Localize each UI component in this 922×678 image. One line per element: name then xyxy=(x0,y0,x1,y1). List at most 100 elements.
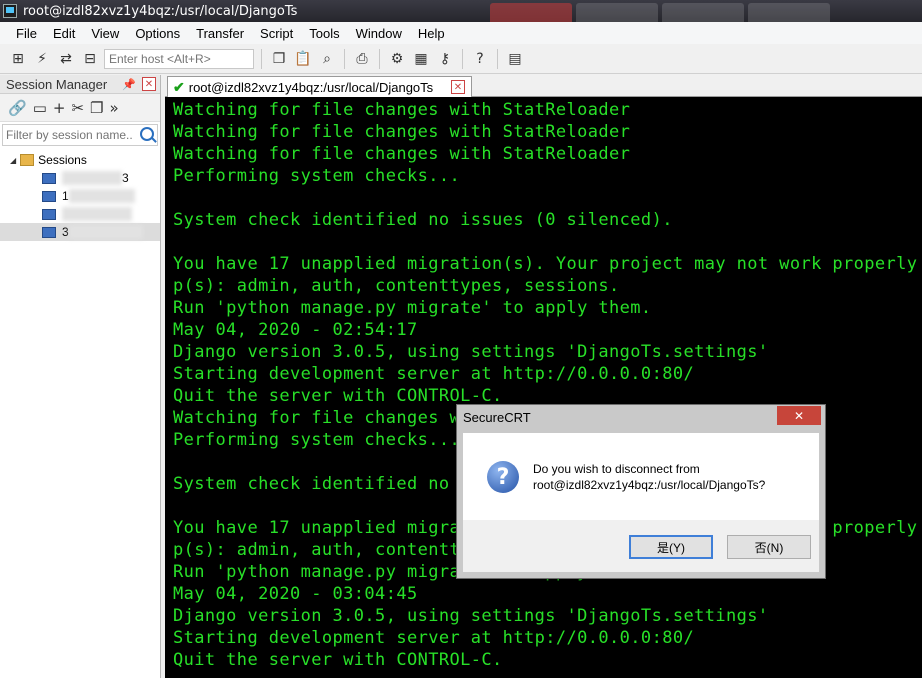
close-icon[interactable]: ✕ xyxy=(451,80,465,94)
find-icon[interactable]: ⌕ xyxy=(317,49,337,69)
menu-options[interactable]: Options xyxy=(127,26,188,41)
yes-button[interactable]: 是(Y) xyxy=(629,535,713,559)
tree-item-label: Sessions xyxy=(38,153,87,167)
terminal-line: Watching for file changes with StatReloa… xyxy=(173,100,631,120)
monitor-icon xyxy=(42,190,56,202)
terminal-line: System check identified no issues (0 sil… xyxy=(173,210,673,230)
no-button[interactable]: 否(N) xyxy=(727,535,811,559)
tab-label: root@izdl82xvz1y4bqz:/usr/local/DjangoTs xyxy=(188,79,434,95)
menu-window[interactable]: Window xyxy=(348,26,410,41)
help-icon[interactable]: ? xyxy=(470,49,490,69)
tree-item-session[interactable] xyxy=(0,205,160,223)
redacted-session-name xyxy=(68,189,135,203)
copy-session-icon[interactable]: ❐ xyxy=(90,99,103,117)
toolbar-separator xyxy=(261,48,262,69)
dialog-message-line1: Do you wish to disconnect from xyxy=(533,462,700,476)
toolbar-separator xyxy=(344,48,345,69)
key-icon[interactable]: ⚷ xyxy=(435,49,455,69)
session-filter xyxy=(2,124,158,146)
terminal-line: You have 17 unapplied migration(s). Your… xyxy=(173,254,922,274)
terminal-line: Quit the server with CONTROL-C. xyxy=(173,650,503,670)
terminal-line: Starting development server at http://0.… xyxy=(173,628,695,648)
tree-item-session[interactable]: 1 xyxy=(0,187,160,205)
terminal-line: p(s): admin, auth, contenttypes, session… xyxy=(173,276,620,296)
terminal-line: Django version 3.0.5, using settings 'Dj… xyxy=(173,606,769,626)
redacted-session-name xyxy=(62,171,122,185)
close-icon[interactable]: ✕ xyxy=(142,77,156,91)
menu-bar: File Edit View Options Transfer Script T… xyxy=(0,22,922,44)
monitor-icon xyxy=(42,208,56,220)
tree-item-session[interactable]: 3 xyxy=(0,169,160,187)
menu-transfer[interactable]: Transfer xyxy=(188,26,252,41)
folder-icon xyxy=(20,154,35,166)
connect-tab-icon[interactable]: ⊟ xyxy=(80,49,100,69)
menu-edit[interactable]: Edit xyxy=(45,26,83,41)
question-icon: ? xyxy=(487,461,519,493)
terminal-line: Django version 3.0.5, using settings 'Dj… xyxy=(173,342,769,362)
background-tab xyxy=(748,3,830,22)
dialog-close-button[interactable]: ✕ xyxy=(777,406,821,425)
title-bar: root@izdl82xvz1y4bqz:/usr/local/DjangoTs xyxy=(0,0,922,22)
menu-tools[interactable]: Tools xyxy=(301,26,347,41)
link-icon[interactable]: 🔗 xyxy=(8,99,27,117)
background-tab xyxy=(490,3,572,22)
toolbar: ⊞ ⚡ ⇄ ⊟ ❐ 📋 ⌕ ⎙ ⚙ ▦ ⚷ ? ▤ xyxy=(0,44,922,74)
securecrt-app-icon xyxy=(3,4,17,18)
terminal-line: Watching for file changes with StatReloa… xyxy=(173,122,631,142)
terminal-line: Run 'python manage.py migrate' to apply … xyxy=(173,298,652,318)
quick-connect-icon[interactable]: ⚡ xyxy=(32,49,52,69)
print-icon[interactable]: ⎙ xyxy=(352,49,372,69)
monitor-icon xyxy=(42,172,56,184)
paste-icon[interactable]: 📋 xyxy=(293,49,313,69)
connect-icon[interactable]: ⊞ xyxy=(8,49,28,69)
tree-item-session-selected[interactable]: 3 xyxy=(0,223,160,241)
toolbar-separator xyxy=(379,48,380,69)
terminal-output[interactable]: Watching for file changes with StatReloa… xyxy=(165,97,922,678)
session-manager-toolbar: 🔗 ▭ + ✂ ❐ » xyxy=(0,94,160,122)
session-tree: ◢ Sessions 3 1 3 xyxy=(0,148,160,241)
sftp-icon[interactable]: ▤ xyxy=(505,49,525,69)
pin-icon[interactable]: 📌 xyxy=(122,78,136,91)
terminal-line: Starting development server at http://0.… xyxy=(173,364,695,384)
tab-session[interactable]: ✔ root@izdl82xvz1y4bqz:/usr/local/Django… xyxy=(167,76,472,97)
enter-host-input[interactable] xyxy=(104,48,254,69)
connected-check-icon: ✔ xyxy=(173,78,185,95)
more-chevron-icon[interactable]: » xyxy=(109,99,118,117)
settings-gear-icon[interactable]: ⚙ xyxy=(387,49,407,69)
redacted-session-name xyxy=(68,225,143,239)
session-filter-input[interactable] xyxy=(3,125,133,145)
tree-item-sessions[interactable]: ◢ Sessions xyxy=(0,151,160,169)
toolbar-separator xyxy=(497,48,498,69)
terminal-line: May 04, 2020 - 03:04:45 xyxy=(173,584,418,604)
terminal-line: Watching for file changes with StatReloa… xyxy=(173,144,631,164)
menu-file[interactable]: File xyxy=(8,26,45,41)
expand-arrow-icon[interactable]: ◢ xyxy=(10,156,16,165)
dialog-body: ? Do you wish to disconnect from root@iz… xyxy=(463,433,819,520)
dialog-message-line2: root@izdl82xvz1y4bqz:/usr/local/DjangoTs… xyxy=(533,478,766,492)
menu-script[interactable]: Script xyxy=(252,26,301,41)
dialog-title: SecureCRT xyxy=(463,409,531,425)
menu-help[interactable]: Help xyxy=(410,26,453,41)
global-options-icon[interactable]: ▦ xyxy=(411,49,431,69)
toolbar-separator xyxy=(462,48,463,69)
dialog-footer: 是(Y) 否(N) xyxy=(463,520,819,572)
search-icon[interactable] xyxy=(140,127,154,141)
reconnect-icon[interactable]: ⇄ xyxy=(56,49,76,69)
tree-item-label: 3 xyxy=(122,171,129,185)
tree-item-label: 3 xyxy=(62,225,69,239)
disconnect-dialog: SecureCRT ✕ ? Do you wish to disconnect … xyxy=(456,404,826,579)
tree-item-label: 1 xyxy=(62,189,69,203)
cut-icon[interactable]: ✂ xyxy=(71,99,84,117)
menu-view[interactable]: View xyxy=(83,26,127,41)
dialog-message: Do you wish to disconnect from root@izdl… xyxy=(533,461,765,493)
add-session-icon[interactable]: + xyxy=(53,99,66,117)
window-icon[interactable]: ▭ xyxy=(33,99,47,117)
background-tab xyxy=(662,3,744,22)
session-manager-panel: Session Manager 📌 ✕ 🔗 ▭ + ✂ ❐ » ◢ Sessio… xyxy=(0,75,161,678)
background-tab xyxy=(576,3,658,22)
monitor-icon xyxy=(42,226,56,238)
redacted-session-name xyxy=(62,207,132,221)
copy-icon[interactable]: ❐ xyxy=(269,49,289,69)
